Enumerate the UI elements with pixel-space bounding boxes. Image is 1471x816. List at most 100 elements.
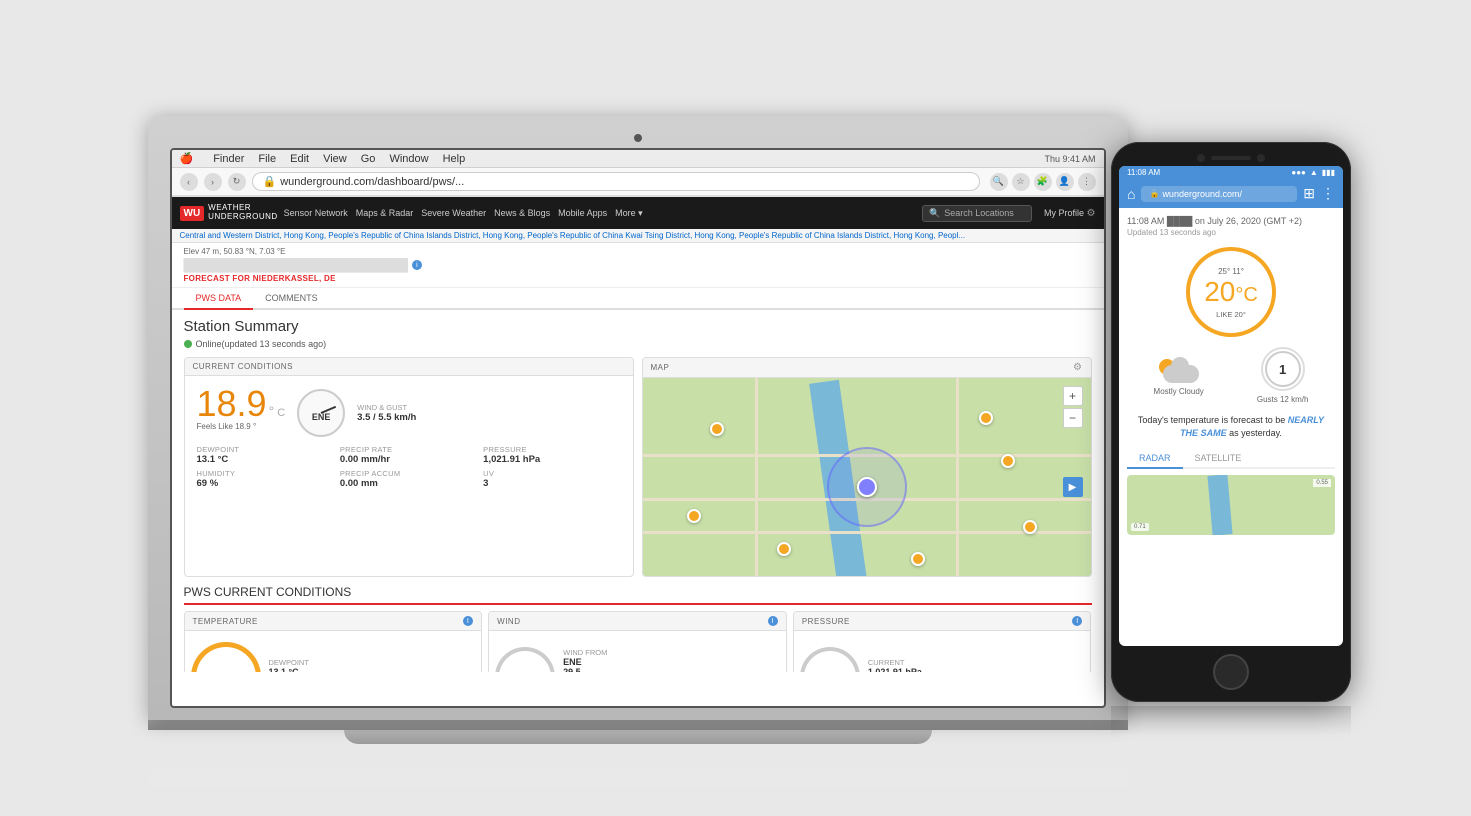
info-icon[interactable]: i	[412, 260, 422, 270]
phone-signal-icon: ●●●	[1291, 168, 1306, 177]
tab-pws-data[interactable]: PWS DATA	[184, 288, 254, 310]
browser-menubar: 🍎 Finder File Edit View Go Window Help T…	[172, 150, 1104, 168]
laptop: 🍎 Finder File Edit View Go Window Help T…	[148, 116, 1128, 786]
settings-gear-icon[interactable]: ⚙	[1087, 208, 1096, 219]
menu-btn[interactable]: ⋮	[1078, 173, 1096, 191]
phone-battery-icon: ▮▮▮	[1322, 168, 1335, 177]
map-zoom-controls: + −	[1063, 386, 1083, 428]
map-marker-2	[979, 411, 993, 425]
pws-temp-info-icon[interactable]: i	[463, 616, 473, 626]
laptop-reflection	[148, 746, 1128, 786]
pws-wind-from-label: WIND FROM	[563, 648, 607, 657]
station-header: Elev 47 m, 50.83 °N, 7.03 °E ███████████…	[172, 243, 1104, 288]
menubar-edit[interactable]: Edit	[290, 153, 309, 165]
conditions-grid: CURRENT CONDITIONS 18.9 °	[184, 357, 1092, 577]
forward-button[interactable]: ›	[204, 173, 222, 191]
cloud-main	[1163, 365, 1199, 383]
zoom-out-btn[interactable]: 🔍	[990, 173, 1008, 191]
precip-rate-value: 0.00 mm/hr	[340, 454, 477, 465]
pws-current-pressure-display: CURRENT 1,021.91 hPa	[868, 658, 922, 672]
precip-accum-item: PRECIP ACCUM 0.00 mm	[340, 469, 477, 489]
pws-dewpoint-label: DEWPOINT	[269, 658, 309, 667]
wu-main-content: Station Summary Online(updated 13 second…	[172, 310, 1104, 672]
wind-inner-circle: 1	[1265, 351, 1301, 387]
pws-dewpoint-value: 13.1 °C	[269, 667, 309, 672]
phone-hi-lo: 25° 11°	[1218, 267, 1244, 276]
phone-status-bar: 11:08 AM ●●● ▲ ▮▮▮	[1119, 166, 1343, 179]
dewpoint-value: 13.1 °C	[197, 454, 334, 465]
phone-updated-text: Updated 13 seconds ago	[1127, 228, 1335, 237]
phone-time: 11:08 AM	[1127, 168, 1160, 177]
nav-news-blogs[interactable]: News & Blogs	[494, 208, 550, 218]
bookmarks-bar: Central and Western District, Hong Kong,…	[172, 229, 1104, 243]
pws-temp-gauge: DEWPOINT 13.1 °C	[185, 631, 482, 672]
phone-home-icon[interactable]: ⌂	[1127, 186, 1135, 202]
map-settings-icon[interactable]: ⚙	[1073, 362, 1082, 373]
pws-wind-header: WIND i	[489, 612, 786, 631]
extensions-btn[interactable]: 🧩	[1034, 173, 1052, 191]
reload-button[interactable]: ↻	[228, 173, 246, 191]
pressure-arc	[800, 647, 860, 672]
menubar-view[interactable]: View	[323, 153, 347, 165]
lock-icon: 🔒	[263, 175, 277, 188]
menubar-finder[interactable]: Finder	[213, 153, 244, 165]
nav-mobile-apps[interactable]: Mobile Apps	[558, 208, 607, 218]
pws-wind-from-display: WIND FROM ENE 29.5	[563, 648, 607, 672]
pws-pressure-info-icon[interactable]: i	[1072, 616, 1082, 626]
wind-gust-display: WIND & GUST 3.5 / 5.5 km/h	[357, 403, 620, 423]
phone-browser-bar: ⌂ 🔒 wunderground.com/ ⊞ ⋮	[1119, 179, 1343, 208]
bookmark-btn[interactable]: ☆	[1012, 173, 1030, 191]
wind-arc	[495, 647, 555, 672]
phone-map-preview: 0.55 0.71	[1127, 475, 1335, 535]
phone-temp-display: 25° 11° 20 °C LIKE 20°	[1127, 247, 1335, 337]
tab-comments[interactable]: COMMENTS	[253, 288, 330, 310]
url-bar[interactable]: 🔒 wunderground.com/dashboard/pws/...	[252, 172, 980, 191]
map-zoom-out-btn[interactable]: −	[1063, 408, 1083, 428]
mostly-cloudy-icon	[1159, 355, 1199, 383]
wind-gust-value: 3.5 / 5.5 km/h	[357, 412, 620, 423]
phone-top-area	[1119, 154, 1343, 162]
phone-temp-hi: 25°	[1218, 267, 1230, 276]
url-text: wunderground.com/dashboard/pws/...	[280, 176, 464, 188]
wu-my-profile[interactable]: My Profile ⚙	[1044, 208, 1096, 219]
humidity-item: HUMIDITY 69 %	[197, 469, 334, 489]
wind-direction-text: ENE	[312, 412, 331, 422]
pws-temp-header: TEMPERATURE i	[185, 612, 482, 631]
pws-wind-info-icon[interactable]: i	[768, 616, 778, 626]
account-btn[interactable]: 👤	[1056, 173, 1074, 191]
phone: 11:08 AM ●●● ▲ ▮▮▮ ⌂ 🔒 wunderground.com/…	[1111, 142, 1351, 736]
phone-current-temp: 20	[1204, 278, 1235, 306]
nav-maps-radar[interactable]: Maps & Radar	[356, 208, 414, 218]
nav-sensor-network[interactable]: Sensor Network	[284, 208, 348, 218]
back-button[interactable]: ‹	[180, 173, 198, 191]
menubar-window[interactable]: Window	[389, 153, 428, 165]
phone-temp-circle: 25° 11° 20 °C LIKE 20°	[1186, 247, 1276, 337]
nav-more[interactable]: More ▾	[615, 208, 643, 219]
pws-pressure-label: PRESSURE	[802, 617, 850, 626]
precip-rate-item: PRECIP RATE 0.00 mm/hr	[340, 445, 477, 465]
phone-gust-display: 1 Gusts 12 km/h	[1257, 347, 1309, 404]
phone-temp-unit: °C	[1235, 284, 1257, 307]
online-text: Online(updated 13 seconds ago)	[196, 339, 327, 349]
gusts-label: Gusts 12 km/h	[1257, 395, 1309, 404]
phone-menu-btn[interactable]: ⋮	[1321, 185, 1335, 202]
temperature-display: 18.9 ° C Feels Like 18.9 °	[197, 386, 286, 439]
wu-search-bar[interactable]: 🔍 Search Locations	[922, 205, 1032, 222]
map-play-btn[interactable]: ▶	[1063, 477, 1083, 497]
menubar-help[interactable]: Help	[443, 153, 466, 165]
phone-url-bar[interactable]: 🔒 wunderground.com/	[1141, 186, 1297, 202]
nav-severe-weather[interactable]: Severe Weather	[421, 208, 486, 218]
phone-reflection	[1111, 706, 1351, 736]
tab-satellite[interactable]: SATELLITE	[1183, 449, 1254, 467]
tab-radar[interactable]: RADAR	[1127, 449, 1183, 469]
menubar-file[interactable]: File	[258, 153, 276, 165]
phone-status-icons: ●●● ▲ ▮▮▮	[1291, 168, 1335, 177]
station-name-blur: ████████████ ██████████████	[184, 258, 408, 272]
map-marker-4	[687, 509, 701, 523]
phone-home-button[interactable]	[1213, 654, 1249, 690]
map-zoom-in-btn[interactable]: +	[1063, 386, 1083, 406]
extra-conditions-row: DEWPOINT 13.1 °C PRECIP RATE 0.00 mm/hr	[197, 445, 621, 465]
menubar-go[interactable]: Go	[361, 153, 376, 165]
phone-tabs-btn[interactable]: ⊞	[1303, 185, 1315, 202]
humidity-value: 69 %	[197, 478, 334, 489]
